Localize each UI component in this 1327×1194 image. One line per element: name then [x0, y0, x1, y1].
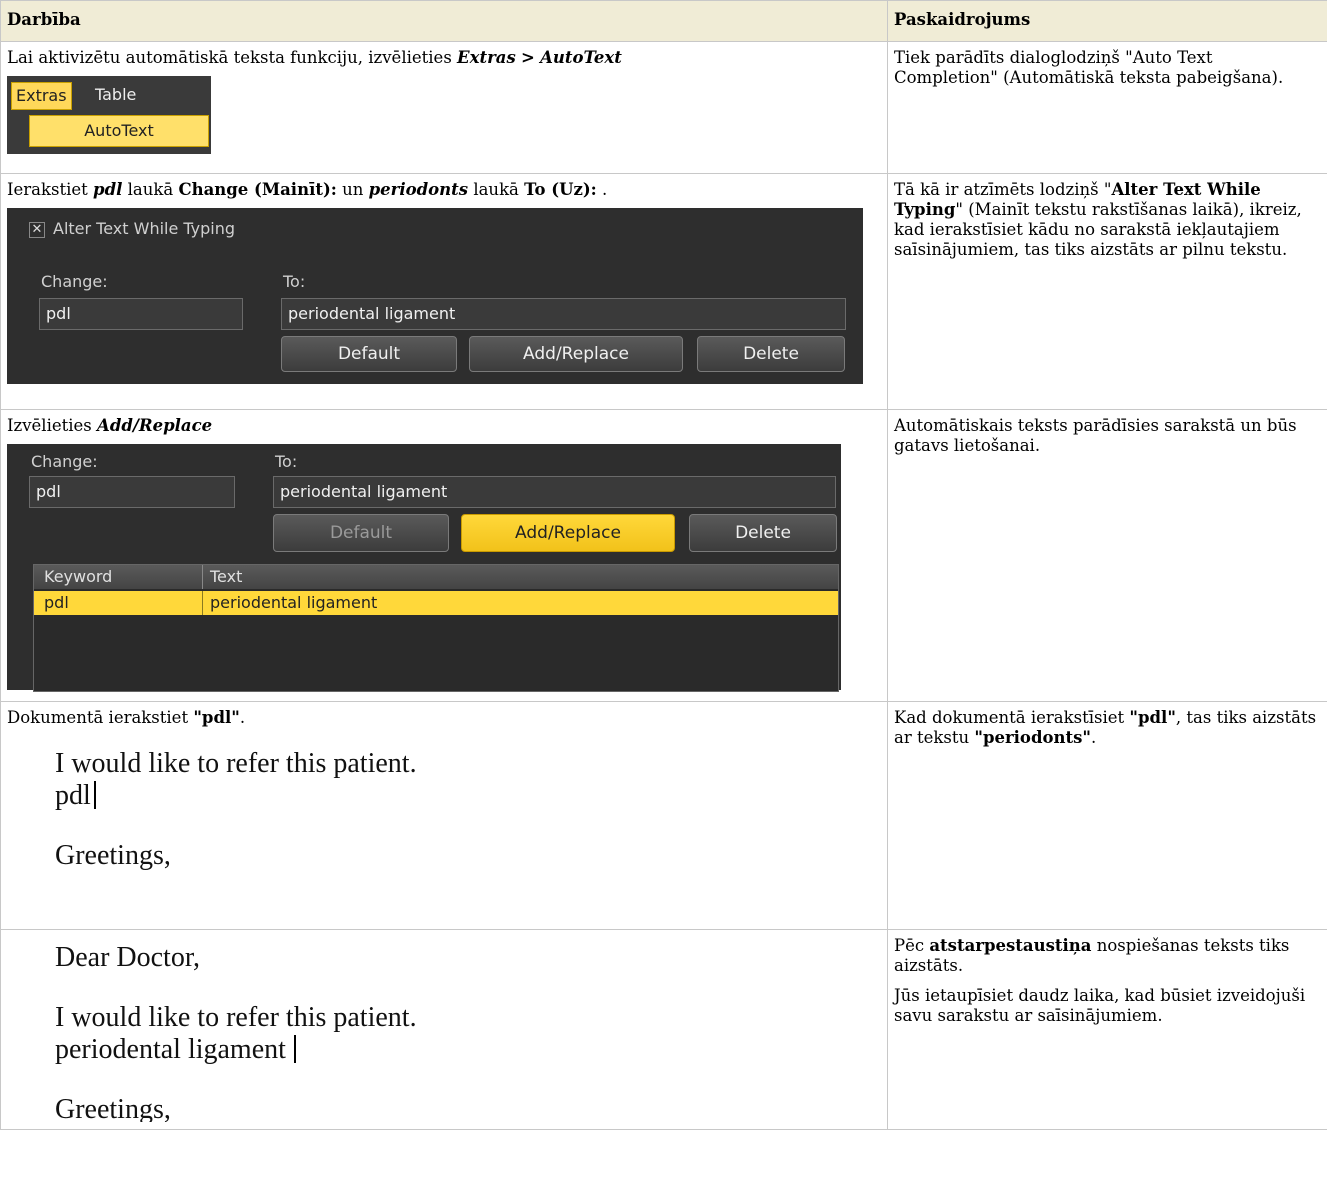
autotext-list-screenshot: Change: To: pdl periodental ligament Def… — [7, 444, 841, 692]
autotext-dialog-screenshot: ✕ Alter Text While Typing Change: To: pd… — [7, 208, 863, 384]
table-menu[interactable]: Table — [89, 82, 142, 108]
header-action: Darbība — [0, 0, 888, 42]
explanation-text: Kad dokumentā ierakstīsiet "pdl", tas ti… — [894, 708, 1317, 747]
explanation-text: Jūs ietaupīsiet daudz laika, kad būsiet … — [894, 986, 1306, 1025]
checkbox[interactable]: ✕ — [29, 222, 45, 238]
letter-line: Greetings, — [55, 1094, 171, 1122]
column-text[interactable]: Text — [210, 567, 242, 587]
row-text: periodental ligament — [210, 593, 378, 612]
step-text: Ierakstiet pdl laukā Change (Mainīt): un… — [7, 180, 608, 199]
explanation-text: Pēc atstarpestaustiņa nospiešanas teksts… — [894, 936, 1290, 975]
default-button[interactable]: Default — [273, 514, 449, 552]
menu-screenshot: Extras Table AutoText — [7, 76, 211, 154]
explanation-cell: Tiek parādīts dialoglodziņš "Auto Text C… — [887, 41, 1327, 174]
add-replace-button[interactable]: Add/Replace — [461, 514, 675, 552]
default-button[interactable]: Default — [281, 336, 457, 372]
letter-line: Greetings, — [55, 840, 171, 871]
explanation-cell: Tā kā ir atzīmēts lodziņš "Alter Text Wh… — [887, 173, 1327, 410]
explanation-text: Tiek parādīts dialoglodziņš "Auto Text C… — [894, 48, 1284, 87]
action-cell: Lai aktivizētu automātiskā teksta funkci… — [0, 41, 888, 174]
row-divider — [202, 591, 203, 615]
step-text: Izvēlieties Add/Replace — [7, 416, 213, 435]
list-header: Keyword Text — [34, 565, 838, 589]
row-keyword: pdl — [44, 593, 69, 612]
letter-line: I would like to refer this patient. — [55, 1002, 417, 1033]
alter-text-label: Alter Text While Typing — [53, 219, 236, 238]
step-text: Dokumentā ierakstiet "pdl". — [7, 708, 246, 727]
extras-menu[interactable]: Extras — [11, 82, 72, 110]
explanation-text: Tā kā ir atzīmēts lodziņš "Alter Text Wh… — [894, 180, 1302, 259]
step-text: Lai aktivizētu automātiskā teksta funkci… — [7, 48, 622, 67]
delete-button[interactable]: Delete — [689, 514, 837, 552]
action-cell: Dear Doctor, I would like to refer this … — [0, 929, 888, 1130]
header-explanation: Paskaidrojums — [887, 0, 1327, 42]
delete-button[interactable]: Delete — [697, 336, 845, 372]
column-keyword[interactable]: Keyword — [44, 567, 112, 587]
explanation-text: Automātiskais teksts parādīsies sarakstā… — [894, 416, 1297, 455]
autotext-list: Keyword Text pdl periodental ligament — [33, 564, 839, 692]
action-cell: Ierakstiet pdl laukā Change (Mainīt): un… — [0, 173, 888, 410]
explanation-cell: Pēc atstarpestaustiņa nospiešanas teksts… — [887, 929, 1327, 1130]
list-item[interactable]: pdl periodental ligament — [34, 591, 838, 615]
table-row: Dokumentā ierakstiet "pdl". I would like… — [0, 701, 1327, 930]
letter-line: Dear Doctor, — [55, 942, 201, 973]
letter-line: I would like to refer this patient. — [55, 748, 417, 779]
letter-line-replaced: periodental ligament — [55, 1034, 881, 1066]
change-label: Change: — [41, 272, 108, 291]
change-input[interactable]: pdl — [39, 298, 243, 330]
to-label: To: — [275, 452, 298, 471]
change-input[interactable]: pdl — [29, 476, 235, 508]
table-row: Ierakstiet pdl laukā Change (Mainīt): un… — [0, 173, 1327, 410]
instruction-table: Darbība Paskaidrojums Lai aktivizētu aut… — [0, 0, 1327, 1130]
table-header-row: Darbība Paskaidrojums — [0, 0, 1327, 42]
explanation-cell: Kad dokumentā ierakstīsiet "pdl", tas ti… — [887, 701, 1327, 930]
table-row: Dear Doctor, I would like to refer this … — [0, 929, 1327, 1130]
to-input[interactable]: periodental ligament — [281, 298, 846, 330]
table-row: Lai aktivizētu automātiskā teksta funkci… — [0, 41, 1327, 174]
column-divider — [202, 565, 203, 589]
explanation-cell: Automātiskais teksts parādīsies sarakstā… — [887, 409, 1327, 702]
change-label: Change: — [31, 452, 98, 471]
text-caret — [93, 781, 96, 809]
action-cell: Izvēlieties Add/Replace Change: To: pdl … — [0, 409, 888, 702]
document-excerpt: Dear Doctor, I would like to refer this … — [7, 936, 881, 1122]
letter-line-typed: pdl — [55, 780, 881, 812]
add-replace-button[interactable]: Add/Replace — [469, 336, 683, 372]
text-caret — [293, 1035, 296, 1063]
action-cell: Dokumentā ierakstiet "pdl". I would like… — [0, 701, 888, 930]
to-label: To: — [283, 272, 306, 291]
autotext-menu-item[interactable]: AutoText — [29, 115, 209, 147]
table-row: Izvēlieties Add/Replace Change: To: pdl … — [0, 409, 1327, 702]
to-input[interactable]: periodental ligament — [273, 476, 836, 508]
document-excerpt: I would like to refer this patient. pdl … — [7, 736, 881, 872]
